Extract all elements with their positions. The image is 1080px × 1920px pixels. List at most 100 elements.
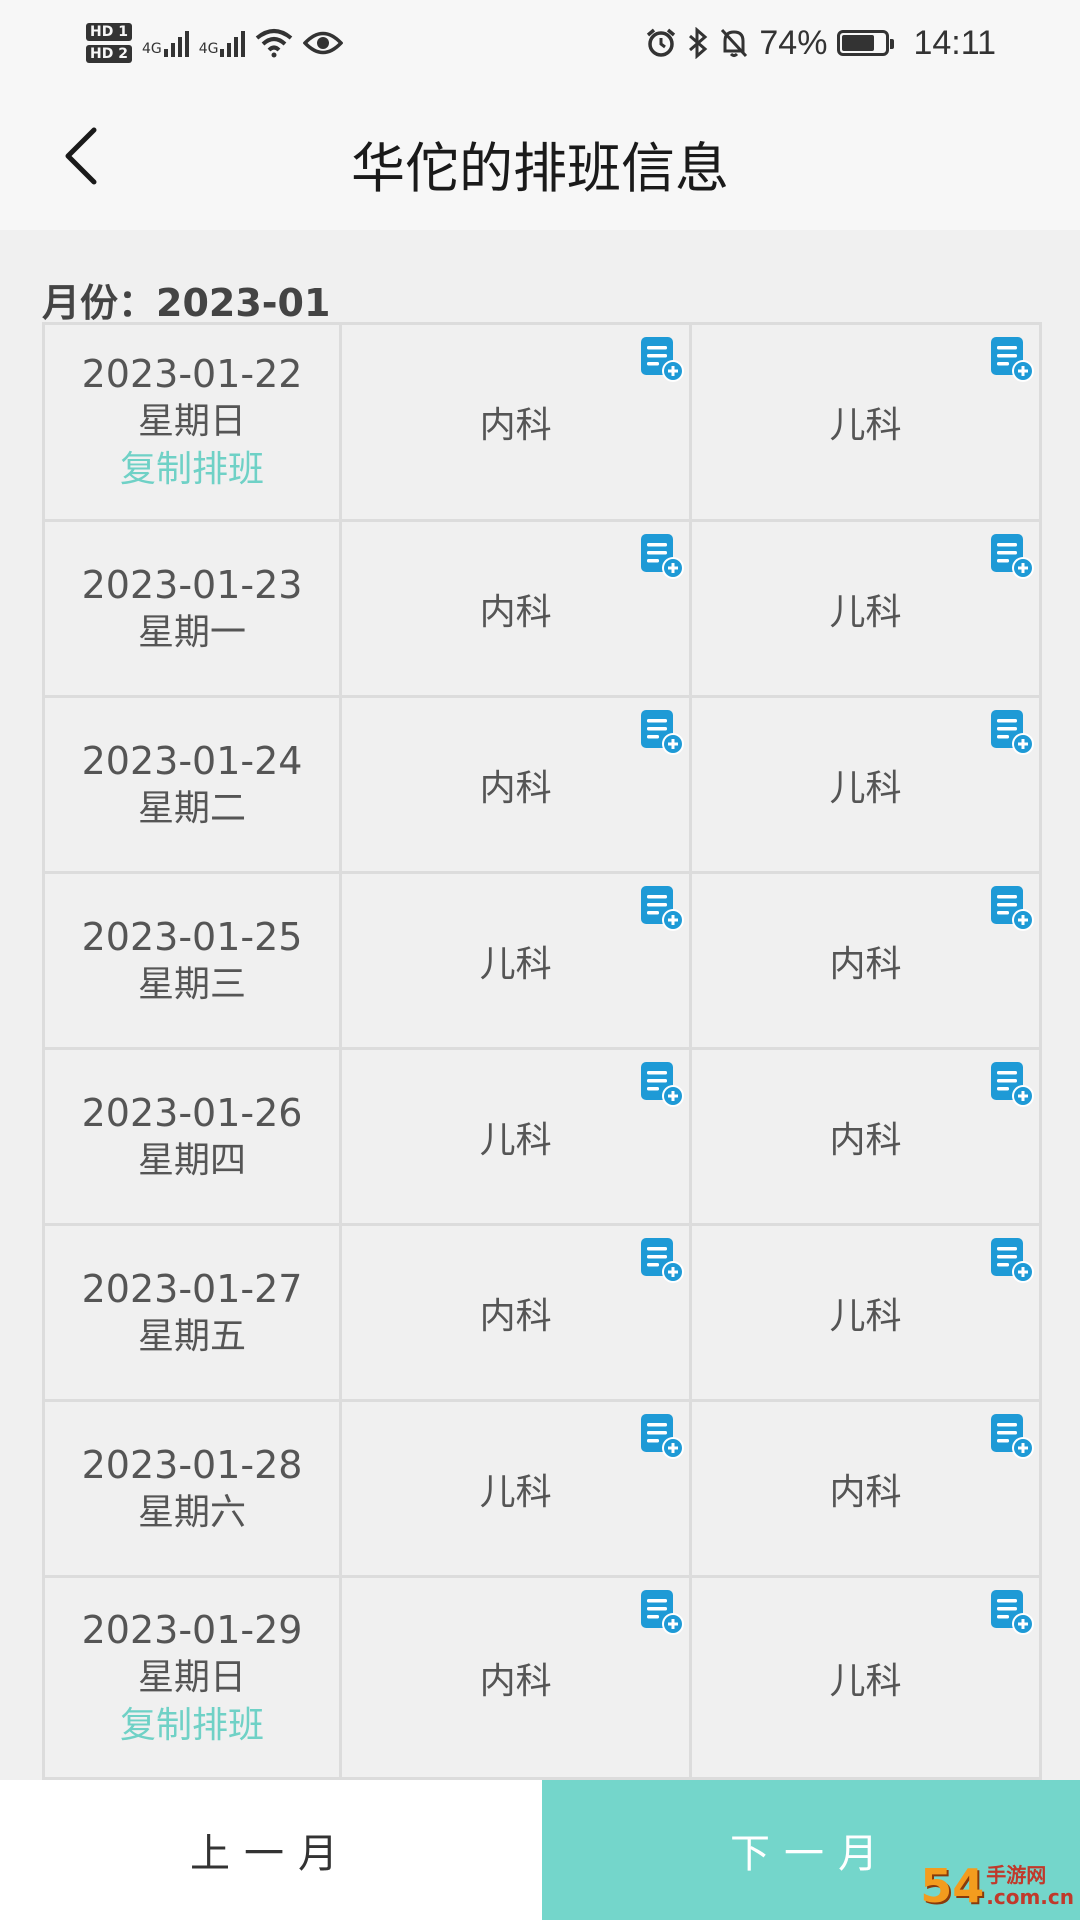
table-row: 2023-01-25 星期三 儿科 内科 — [42, 874, 1042, 1050]
shift-cell[interactable]: 儿科 — [342, 1402, 693, 1575]
watermark-side: 手游网 .com.cn — [986, 1864, 1074, 1908]
weekday-text: 星期六 — [138, 1491, 247, 1533]
battery-fill — [842, 35, 874, 51]
table-row: 2023-01-29 星期日 复制排班 内科 儿科 — [42, 1578, 1042, 1780]
table-row: 2023-01-28 星期六 儿科 内科 — [42, 1402, 1042, 1578]
date-text: 2023-01-22 — [81, 352, 303, 396]
weekday-text: 星期二 — [138, 787, 247, 829]
department-text: 内科 — [479, 1295, 552, 1337]
hd2-label: HD 2 — [86, 45, 132, 63]
month-label-prefix: 月份： — [42, 281, 157, 325]
date-cell: 2023-01-22 星期日 复制排班 — [45, 325, 343, 519]
net2-label: 4G — [198, 41, 219, 57]
department-text: 儿科 — [829, 1660, 902, 1702]
shift-cell[interactable]: 内科 — [342, 522, 693, 695]
battery-percent: 74% — [759, 23, 828, 62]
hd1-label: HD 1 — [86, 23, 132, 41]
department-text: 内科 — [829, 1119, 902, 1161]
watermark-logo: 54 手游网 .com.cn — [920, 1858, 1074, 1914]
add-schedule-icon[interactable] — [989, 335, 1035, 383]
shift-cell[interactable]: 内科 — [692, 874, 1042, 1047]
table-row: 2023-01-23 星期一 内科 儿科 — [42, 522, 1042, 698]
date-text: 2023-01-24 — [81, 738, 303, 783]
shift-cell[interactable]: 内科 — [342, 698, 693, 871]
shift-cell[interactable]: 儿科 — [692, 698, 1042, 871]
status-right: 74% 14:11 — [645, 24, 996, 63]
battery-icon — [837, 30, 895, 56]
watermark-domain: .com.cn — [986, 1885, 1074, 1909]
add-schedule-icon[interactable] — [989, 532, 1035, 580]
department-text: 儿科 — [829, 405, 902, 446]
table-row: 2023-01-27 星期五 内科 儿科 — [42, 1226, 1042, 1402]
add-schedule-icon[interactable] — [639, 1236, 685, 1284]
wifi-icon — [256, 29, 293, 58]
department-text: 内科 — [479, 767, 552, 809]
add-schedule-icon[interactable] — [639, 532, 685, 580]
department-text: 内科 — [829, 1471, 902, 1513]
add-schedule-icon[interactable] — [989, 708, 1035, 756]
add-schedule-icon[interactable] — [639, 1060, 685, 1108]
signal-1-icon: 4G — [142, 29, 189, 57]
date-cell: 2023-01-29 星期日 复制排班 — [45, 1578, 343, 1777]
month-value: 2023-01 — [156, 281, 331, 325]
department-text: 内科 — [479, 1660, 552, 1702]
add-schedule-icon[interactable] — [989, 884, 1035, 932]
department-text: 内科 — [479, 591, 552, 633]
shift-cell[interactable]: 儿科 — [692, 1226, 1042, 1399]
status-bar: HD 1 HD 2 4G 4G 74% 14:11 — [0, 0, 1080, 86]
weekday-text: 星期五 — [138, 1315, 247, 1357]
department-text: 内科 — [479, 405, 552, 446]
copy-schedule-link[interactable]: 复制排班 — [120, 446, 264, 494]
add-schedule-icon[interactable] — [639, 335, 685, 383]
schedule-table: 2023-01-22 星期日 复制排班 内科 儿科 2023-01-23 星期一 内科 儿科 20… — [42, 322, 1042, 1780]
shift-cell[interactable]: 内科 — [692, 1050, 1042, 1223]
department-text: 儿科 — [829, 1295, 902, 1337]
weekday-text: 星期日 — [138, 1656, 247, 1698]
shift-cell[interactable]: 儿科 — [342, 1050, 693, 1223]
table-row: 2023-01-22 星期日 复制排班 内科 儿科 — [42, 322, 1042, 522]
date-text: 2023-01-26 — [81, 1090, 303, 1135]
weekday-text: 星期三 — [138, 963, 247, 1005]
copy-schedule-link[interactable]: 复制排班 — [120, 1702, 264, 1750]
prev-month-button[interactable]: 上一月 — [0, 1780, 542, 1920]
add-schedule-icon[interactable] — [989, 1060, 1035, 1108]
shift-cell[interactable]: 内科 — [342, 1578, 693, 1777]
shift-cell[interactable]: 儿科 — [692, 325, 1042, 519]
table-row: 2023-01-24 星期二 内科 儿科 — [42, 698, 1042, 874]
mute-icon — [721, 28, 748, 58]
date-cell: 2023-01-25 星期三 — [45, 874, 343, 1047]
shift-cell[interactable]: 内科 — [342, 325, 693, 519]
department-text: 儿科 — [479, 1471, 552, 1513]
weekday-text: 星期一 — [138, 611, 247, 653]
date-text: 2023-01-25 — [81, 914, 303, 959]
shift-cell[interactable]: 儿科 — [342, 874, 693, 1047]
status-time: 14:11 — [913, 23, 996, 62]
table-row: 2023-01-26 星期四 儿科 内科 — [42, 1050, 1042, 1226]
signal-2-icon: 4G — [199, 29, 246, 57]
date-text: 2023-01-27 — [81, 1266, 303, 1311]
add-schedule-icon[interactable] — [639, 1588, 685, 1636]
add-schedule-icon[interactable] — [639, 884, 685, 932]
department-text: 内科 — [829, 943, 902, 985]
date-cell: 2023-01-26 星期四 — [45, 1050, 343, 1223]
shift-cell[interactable]: 内科 — [342, 1226, 693, 1399]
nav-bar: 华佗的排班信息 — [0, 86, 1080, 230]
weekday-text: 星期日 — [138, 401, 247, 442]
add-schedule-icon[interactable] — [989, 1412, 1035, 1460]
department-text: 儿科 — [479, 1119, 552, 1161]
date-cell: 2023-01-27 星期五 — [45, 1226, 343, 1399]
add-schedule-icon[interactable] — [639, 708, 685, 756]
date-text: 2023-01-29 — [81, 1607, 303, 1652]
date-text: 2023-01-28 — [81, 1442, 303, 1487]
shift-cell[interactable]: 儿科 — [692, 1578, 1042, 1777]
shift-cell[interactable]: 儿科 — [692, 522, 1042, 695]
add-schedule-icon[interactable] — [639, 1412, 685, 1460]
status-left: HD 1 HD 2 4G 4G — [86, 23, 344, 63]
add-schedule-icon[interactable] — [989, 1236, 1035, 1284]
department-text: 儿科 — [829, 767, 902, 809]
bottom-bar: 上一月 下一月 — [0, 1780, 1080, 1920]
hd-indicators: HD 1 HD 2 — [86, 23, 132, 63]
add-schedule-icon[interactable] — [989, 1588, 1035, 1636]
bluetooth-icon — [689, 27, 708, 59]
shift-cell[interactable]: 内科 — [692, 1402, 1042, 1575]
